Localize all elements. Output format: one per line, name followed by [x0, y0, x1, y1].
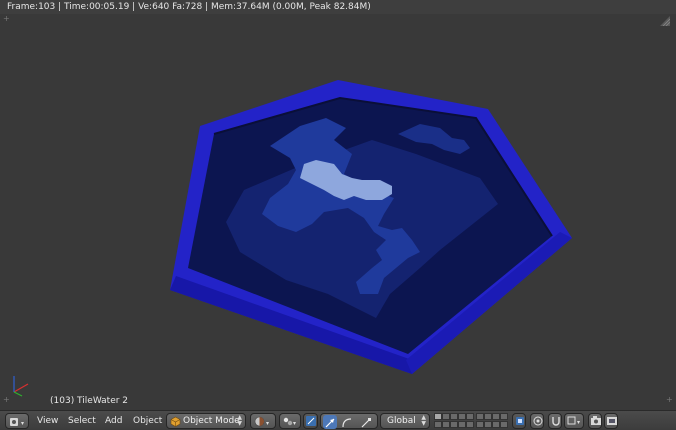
area-split-handle-tl[interactable]: + [3, 15, 10, 23]
opengl-render-icon [607, 417, 617, 425]
manipulator-toggle-icon [306, 416, 316, 426]
layer-button[interactable] [450, 413, 458, 420]
proportional-edit-button[interactable] [530, 413, 544, 429]
opengl-render-button[interactable] [604, 413, 618, 429]
layers-grid-icon [434, 413, 514, 429]
stats-text: Frame:103 | Time:00:05.19 | Ve:640 Fa:72… [7, 2, 371, 12]
viewport-corner-icon[interactable] [660, 16, 670, 26]
svg-text:▾: ▾ [293, 420, 296, 427]
snap-icon [552, 417, 560, 426]
layer-button[interactable] [492, 421, 500, 428]
lock-layers-icon [516, 417, 524, 425]
menu-object[interactable]: Object [133, 414, 162, 428]
layer-button[interactable] [450, 421, 458, 428]
area-split-handle-br[interactable]: + [666, 396, 673, 404]
transform-manipulators-group [320, 413, 378, 429]
scale-icon [361, 418, 371, 428]
viewport-header: ▾ View Select Add Object Object Mode ▲ ▼ … [0, 410, 676, 430]
svg-text:▾: ▾ [21, 420, 24, 427]
menu-select[interactable]: Select [68, 414, 96, 428]
viewport-shading-dropdown[interactable]: ▾ [250, 413, 276, 429]
rotate-icon [342, 418, 352, 428]
layer-button[interactable] [466, 421, 474, 428]
translate-icon [325, 418, 335, 428]
translate-manipulator-button[interactable] [323, 415, 337, 429]
layer-button[interactable] [492, 413, 500, 420]
layer-button[interactable] [500, 421, 508, 428]
dropdown-arrows-icon: ▲ ▼ [237, 414, 242, 427]
dropdown-arrows-icon: ▲ ▼ [421, 414, 426, 427]
proportional-edit-icon [533, 416, 543, 426]
layer-button[interactable] [476, 421, 484, 428]
layer-button[interactable] [500, 413, 508, 420]
snap-element-dropdown[interactable]: ▾ [564, 413, 584, 429]
scale-manipulator-button[interactable] [359, 415, 373, 429]
3d-viewport[interactable]: + + + (103) TileWater 2 [0, 14, 676, 410]
svg-text:▾: ▾ [577, 419, 580, 426]
mode-dropdown[interactable]: Object Mode ▲ ▼ [166, 413, 246, 429]
editor-type-button[interactable]: ▾ [5, 413, 29, 429]
transform-orientation-dropdown[interactable]: Global ▲ ▼ [380, 413, 430, 429]
scene-render [170, 80, 572, 374]
layer-button[interactable] [484, 421, 492, 428]
lock-layers-button[interactable] [512, 413, 526, 429]
layer-button[interactable] [458, 413, 466, 420]
render-button[interactable] [588, 413, 602, 429]
layer-button[interactable] [476, 413, 484, 420]
menu-view[interactable]: View [37, 414, 58, 428]
orientation-label: Global [387, 416, 416, 426]
snap-toggle-button[interactable] [548, 413, 562, 429]
layer-button[interactable] [434, 413, 442, 420]
mode-label: Object Mode [183, 416, 240, 426]
pivot-point-dropdown[interactable]: ▾ [279, 413, 301, 429]
layer-button[interactable] [442, 413, 450, 420]
svg-text:▾: ▾ [266, 420, 269, 427]
menu-add[interactable]: Add [105, 414, 122, 428]
manipulator-toggle-button[interactable] [303, 413, 318, 429]
layer-button[interactable] [442, 421, 450, 428]
stats-bar: Frame:103 | Time:00:05.19 | Ve:640 Fa:72… [0, 0, 676, 14]
layer-button[interactable] [466, 413, 474, 420]
axis-gizmo-icon [13, 376, 29, 397]
render-icon [591, 416, 601, 425]
object-mode-icon [170, 416, 181, 427]
editor-type-icon: ▾ [10, 418, 24, 427]
layers-grid [434, 413, 514, 429]
layer-button[interactable] [484, 413, 492, 420]
viewport-shading-icon: ▾ [254, 416, 269, 427]
layer-button[interactable] [458, 421, 466, 428]
layer-button[interactable] [434, 421, 442, 428]
snap-element-icon: ▾ [567, 416, 580, 426]
pivot-point-icon: ▾ [283, 417, 296, 427]
object-info-label: (103) TileWater 2 [50, 396, 129, 406]
rotate-manipulator-button[interactable] [340, 415, 354, 429]
